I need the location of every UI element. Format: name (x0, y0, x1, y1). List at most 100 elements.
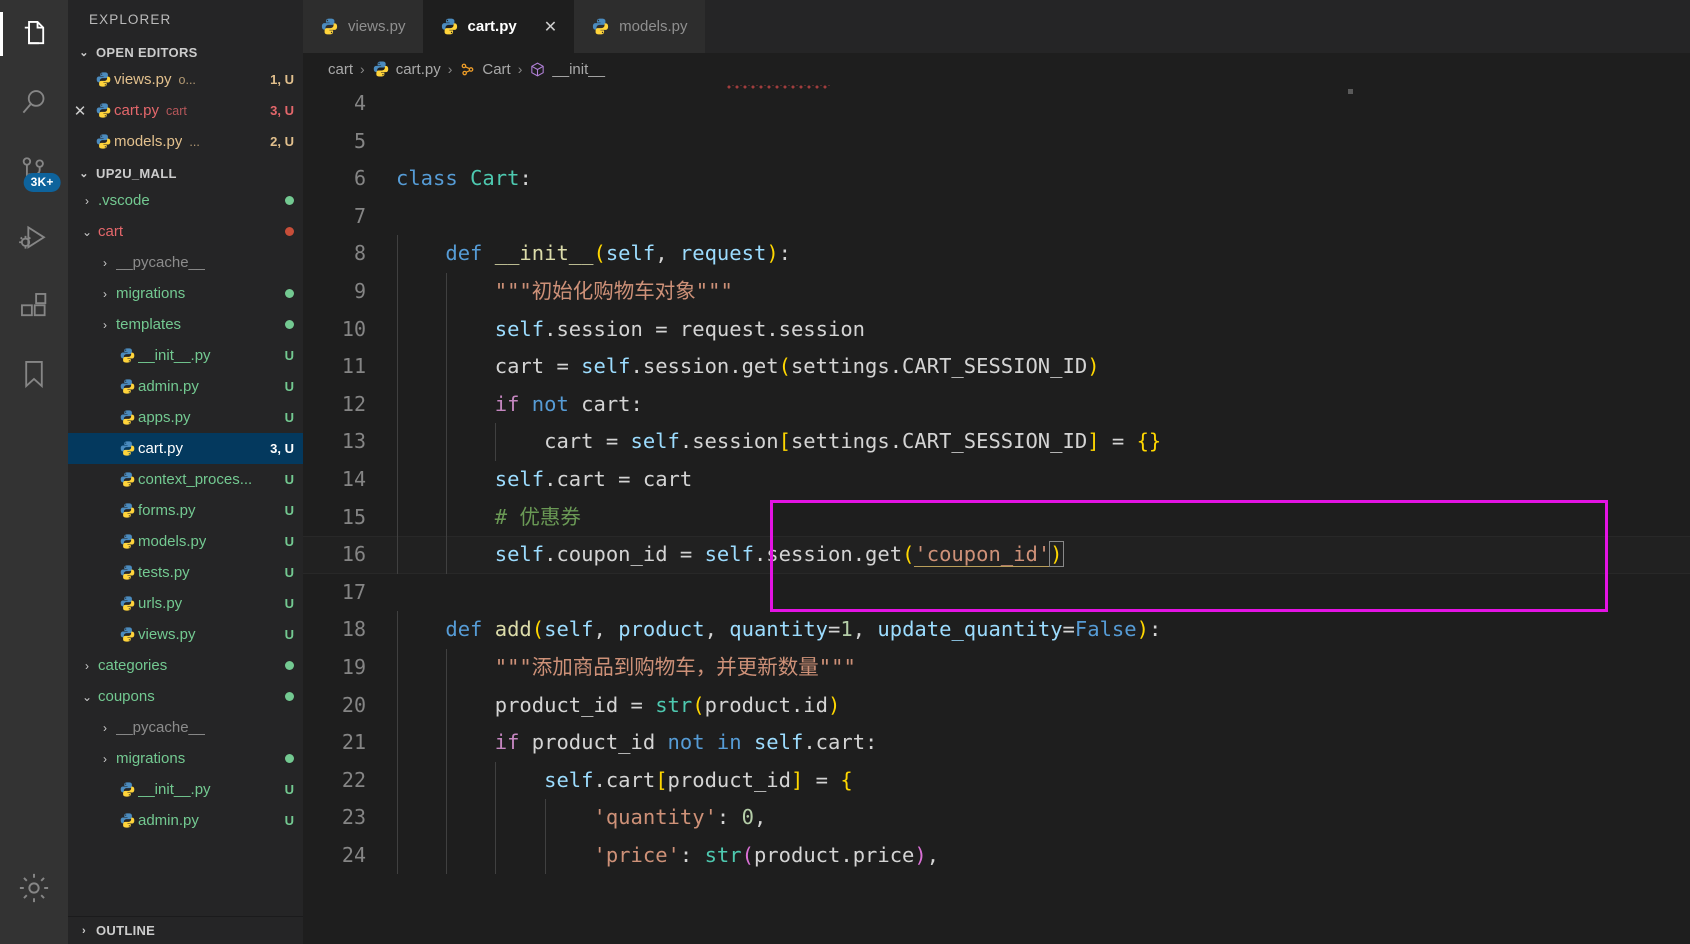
editor-tab[interactable]: models.py (574, 0, 704, 53)
code-line[interactable]: 13 cart = self.session[settings.CART_SES… (303, 423, 1690, 461)
code-token: add (495, 617, 532, 641)
breadcrumb-separator: › (448, 61, 453, 77)
python-icon (116, 626, 138, 643)
code-line[interactable]: 24 'price': str(product.price), (303, 837, 1690, 875)
code-line[interactable]: 15 # 优惠券 (303, 499, 1690, 537)
code-editor[interactable]: 456class Cart:78 def __init__(self, requ… (303, 85, 1690, 944)
python-icon (116, 440, 138, 457)
tree-file[interactable]: tests.pyU (68, 557, 303, 588)
breadcrumb-separator: › (518, 61, 523, 77)
tree-folder[interactable]: ›__pycache__ (68, 712, 303, 743)
section-open-editors[interactable]: ⌄ OPEN EDITORS (68, 40, 303, 64)
section-project-root[interactable]: ⌄ UP2U_MALL (68, 161, 303, 185)
code-token: request (680, 241, 766, 265)
activitybar-item-source-control[interactable]: 3K+ (0, 136, 68, 204)
code-token: ) (914, 843, 926, 867)
activitybar-item-bookmarks[interactable] (0, 340, 68, 408)
method-icon (529, 61, 546, 78)
indent-guide (397, 837, 398, 875)
code-token: [ (655, 768, 667, 792)
tree-item-badge: U (277, 472, 294, 487)
code-line[interactable]: 8 def __init__(self, request): (303, 235, 1690, 273)
code-line[interactable]: 10 self.session = request.session (303, 311, 1690, 349)
sidebar-explorer: EXPLORER ⌄ OPEN EDITORS views.pyo...1, U… (68, 0, 303, 944)
breadcrumb-item[interactable]: Cart (459, 61, 510, 78)
code-line[interactable]: 21 if product_id not in self.cart: (303, 724, 1690, 762)
code-line[interactable]: 9 """初始化购物车对象""" (303, 273, 1690, 311)
close-editor-icon[interactable]: ✕ (68, 102, 92, 120)
tree-folder[interactable]: ›.vscode (68, 185, 303, 216)
code-token: ) (1087, 354, 1099, 378)
code-token: __init__ (495, 241, 594, 265)
code-line[interactable]: 17 (303, 574, 1690, 612)
line-number: 12 (303, 386, 396, 424)
code-line[interactable]: 7 (303, 198, 1690, 236)
open-editor-item[interactable]: models.py...2, U (68, 126, 303, 157)
tree-folder[interactable]: ›migrations (68, 278, 303, 309)
breadcrumb-item[interactable]: cart (328, 61, 353, 78)
python-icon (440, 17, 459, 36)
tree-item-status-dot (285, 196, 294, 205)
chevron-down-icon: ⌄ (76, 690, 98, 704)
tree-file[interactable]: admin.pyU (68, 371, 303, 402)
code-line[interactable]: 4 (303, 85, 1690, 123)
code-line[interactable]: 19 """添加商品到购物车，并更新数量""" (303, 649, 1690, 687)
tree-file[interactable]: models.pyU (68, 526, 303, 557)
code-line[interactable]: 20 product_id = str(product.id) (303, 687, 1690, 725)
editor-tab[interactable]: cart.py✕ (423, 0, 575, 53)
open-editor-item[interactable]: views.pyo...1, U (68, 64, 303, 95)
tree-folder[interactable]: ›migrations (68, 743, 303, 774)
indent-guide (446, 311, 447, 349)
activitybar-item-search[interactable] (0, 68, 68, 136)
tree-file[interactable]: cart.py3, U (68, 433, 303, 464)
code-token: cart = (396, 429, 631, 453)
indent-guide (446, 649, 447, 687)
tree-file[interactable]: forms.pyU (68, 495, 303, 526)
tree-item-label: admin.py (138, 378, 199, 395)
breadcrumb-item[interactable]: cart.py (372, 60, 441, 78)
code-line[interactable]: 18 def add(self, product, quantity=1, up… (303, 611, 1690, 649)
indent-guide (397, 461, 398, 499)
code-token (458, 166, 470, 190)
code-token (396, 768, 544, 792)
code-line[interactable]: 14 self.cart = cart (303, 461, 1690, 499)
breadcrumb-item[interactable]: __init__ (529, 61, 605, 78)
close-tab-icon[interactable]: ✕ (544, 17, 557, 37)
open-editor-label: cart.py (114, 102, 159, 119)
tree-folder[interactable]: ⌄cart (68, 216, 303, 247)
code-line[interactable]: 22 self.cart[product_id] = { (303, 762, 1690, 800)
tree-file[interactable]: views.pyU (68, 619, 303, 650)
tree-file[interactable]: urls.pyU (68, 588, 303, 619)
open-editor-item[interactable]: ✕cart.pycart3, U (68, 95, 303, 126)
code-line[interactable]: 16 self.coupon_id = self.session.get('co… (303, 536, 1690, 574)
section-outline[interactable]: › OUTLINE (68, 916, 303, 944)
tree-file[interactable]: apps.pyU (68, 402, 303, 433)
code-line[interactable]: 6class Cart: (303, 160, 1690, 198)
code-line[interactable]: 11 cart = self.session.get(settings.CART… (303, 348, 1690, 386)
breadcrumb-label: __init__ (552, 61, 605, 78)
tree-folder[interactable]: ›__pycache__ (68, 247, 303, 278)
activitybar-item-extensions[interactable] (0, 272, 68, 340)
code-line[interactable]: 23 'quantity': 0, (303, 799, 1690, 837)
code-line-text: """初始化购物车对象""" (396, 273, 1690, 311)
activitybar-item-explorer[interactable] (0, 0, 68, 68)
tree-folder[interactable]: ›templates (68, 309, 303, 340)
code-token: : (680, 843, 705, 867)
code-token: str (655, 693, 692, 717)
code-line[interactable]: 5 (303, 123, 1690, 161)
tree-folder[interactable]: ›categories (68, 650, 303, 681)
editor-tab[interactable]: views.py (303, 0, 423, 53)
activitybar-item-run-debug[interactable] (0, 204, 68, 272)
tree-file[interactable]: __init__.pyU (68, 774, 303, 805)
tree-item-badge: 3, U (262, 441, 294, 456)
code-token: def (445, 617, 482, 641)
code-viewport[interactable]: 456class Cart:78 def __init__(self, requ… (303, 85, 1690, 944)
code-line[interactable]: 12 if not cart: (303, 386, 1690, 424)
tree-file[interactable]: admin.pyU (68, 805, 303, 836)
tree-item-label: apps.py (138, 409, 191, 426)
tree-file[interactable]: __init__.pyU (68, 340, 303, 371)
activitybar-item-manage[interactable] (0, 854, 68, 922)
tree-file[interactable]: context_proces...U (68, 464, 303, 495)
code-token: { (840, 768, 852, 792)
tree-folder[interactable]: ⌄coupons (68, 681, 303, 712)
